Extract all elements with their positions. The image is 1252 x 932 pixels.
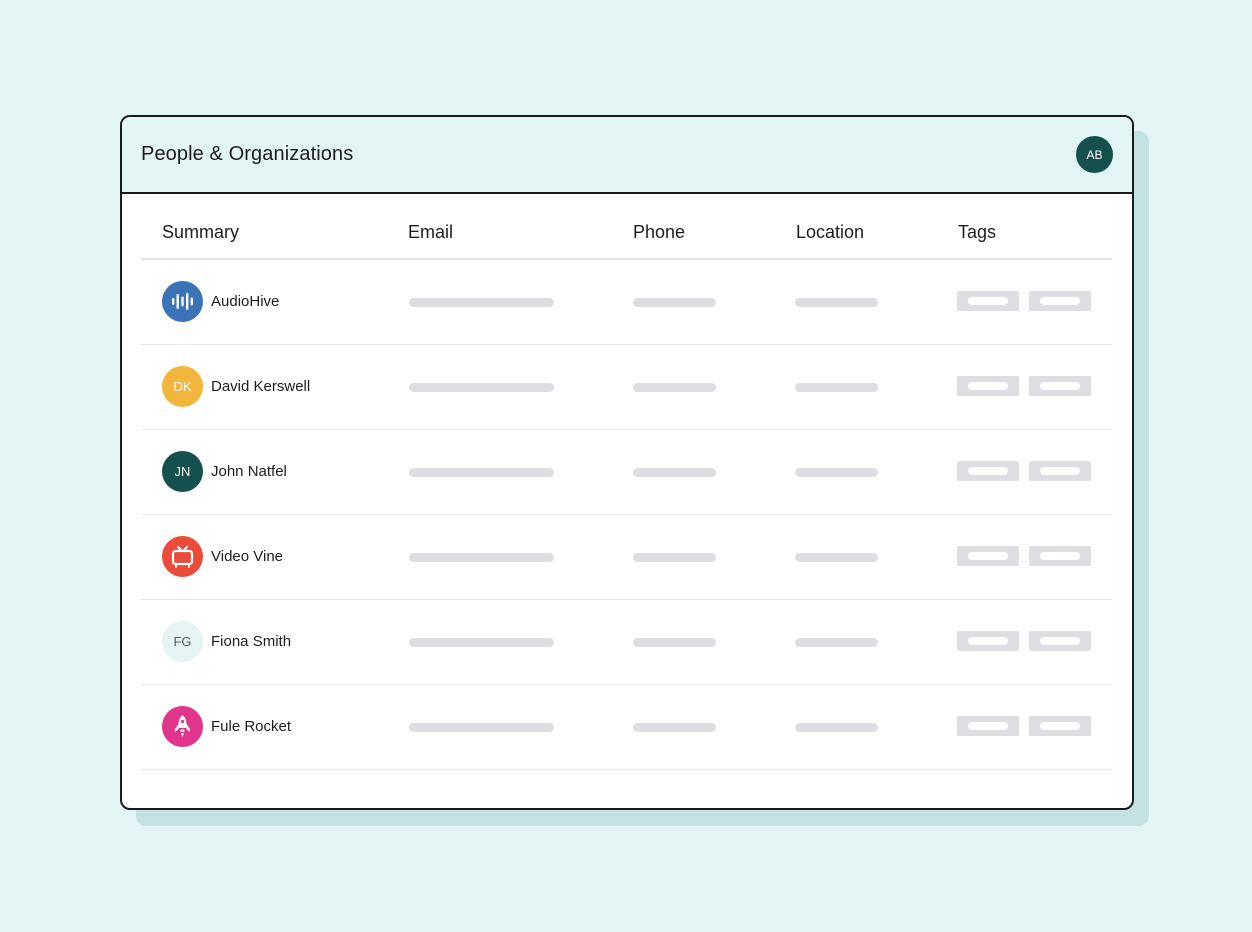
tag-placeholder: [957, 461, 1019, 481]
phone-placeholder: [633, 723, 716, 732]
column-header-summary[interactable]: Summary: [162, 222, 239, 243]
row-name[interactable]: Fiona Smith: [211, 633, 291, 650]
tag-placeholder: [1029, 291, 1091, 311]
location-placeholder: [795, 383, 878, 392]
table-row[interactable]: Video Vine: [141, 515, 1112, 600]
table-row[interactable]: JN John Natfel: [141, 430, 1112, 515]
location-placeholder: [795, 723, 878, 732]
email-placeholder: [409, 553, 554, 562]
tag-placeholder: [1029, 716, 1091, 736]
table-header: Summary Email Phone Location Tags: [141, 194, 1112, 260]
tag-placeholder: [1029, 376, 1091, 396]
location-placeholder: [795, 553, 878, 562]
table-row[interactable]: AudioHive: [141, 260, 1112, 345]
phone-placeholder: [633, 298, 716, 307]
row-name[interactable]: David Kerswell: [211, 378, 310, 395]
tag-placeholder: [1029, 461, 1091, 481]
tag-placeholder: [1029, 631, 1091, 651]
phone-placeholder: [633, 468, 716, 477]
email-placeholder: [409, 638, 554, 647]
email-placeholder: [409, 468, 554, 477]
avatar: [162, 536, 203, 577]
phone-placeholder: [633, 638, 716, 647]
avatar: DK: [162, 366, 203, 407]
avatar: [162, 706, 203, 747]
contacts-table: Summary Email Phone Location Tags AudioH: [141, 194, 1112, 770]
table-row[interactable]: FG Fiona Smith: [141, 600, 1112, 685]
window-header: People & Organizations AB: [122, 117, 1132, 194]
user-avatar[interactable]: AB: [1076, 136, 1113, 173]
column-header-phone[interactable]: Phone: [633, 222, 685, 243]
table-row[interactable]: Fule Rocket: [141, 685, 1112, 770]
row-name[interactable]: John Natfel: [211, 463, 287, 480]
tag-placeholder: [957, 631, 1019, 651]
tag-placeholder: [957, 376, 1019, 396]
avatar: JN: [162, 451, 203, 492]
rocket-icon: [162, 706, 203, 747]
window-title: People & Organizations: [141, 143, 354, 165]
audio-wave-icon: [162, 281, 203, 322]
row-name[interactable]: Fule Rocket: [211, 718, 291, 735]
column-header-email[interactable]: Email: [408, 222, 453, 243]
avatar: FG: [162, 621, 203, 662]
location-placeholder: [795, 638, 878, 647]
avatar: [162, 281, 203, 322]
email-placeholder: [409, 723, 554, 732]
row-name[interactable]: AudioHive: [211, 293, 279, 310]
column-header-tags[interactable]: Tags: [958, 222, 996, 243]
tag-placeholder: [1029, 546, 1091, 566]
phone-placeholder: [633, 383, 716, 392]
phone-placeholder: [633, 553, 716, 562]
tag-placeholder: [957, 291, 1019, 311]
people-organizations-window: People & Organizations AB Summary Email …: [120, 115, 1134, 810]
location-placeholder: [795, 298, 878, 307]
table-row[interactable]: DK David Kerswell: [141, 345, 1112, 430]
email-placeholder: [409, 383, 554, 392]
tv-icon: [162, 536, 203, 577]
tag-placeholder: [957, 716, 1019, 736]
tag-placeholder: [957, 546, 1019, 566]
location-placeholder: [795, 468, 878, 477]
column-header-location[interactable]: Location: [796, 222, 864, 243]
email-placeholder: [409, 298, 554, 307]
row-name[interactable]: Video Vine: [211, 548, 283, 565]
